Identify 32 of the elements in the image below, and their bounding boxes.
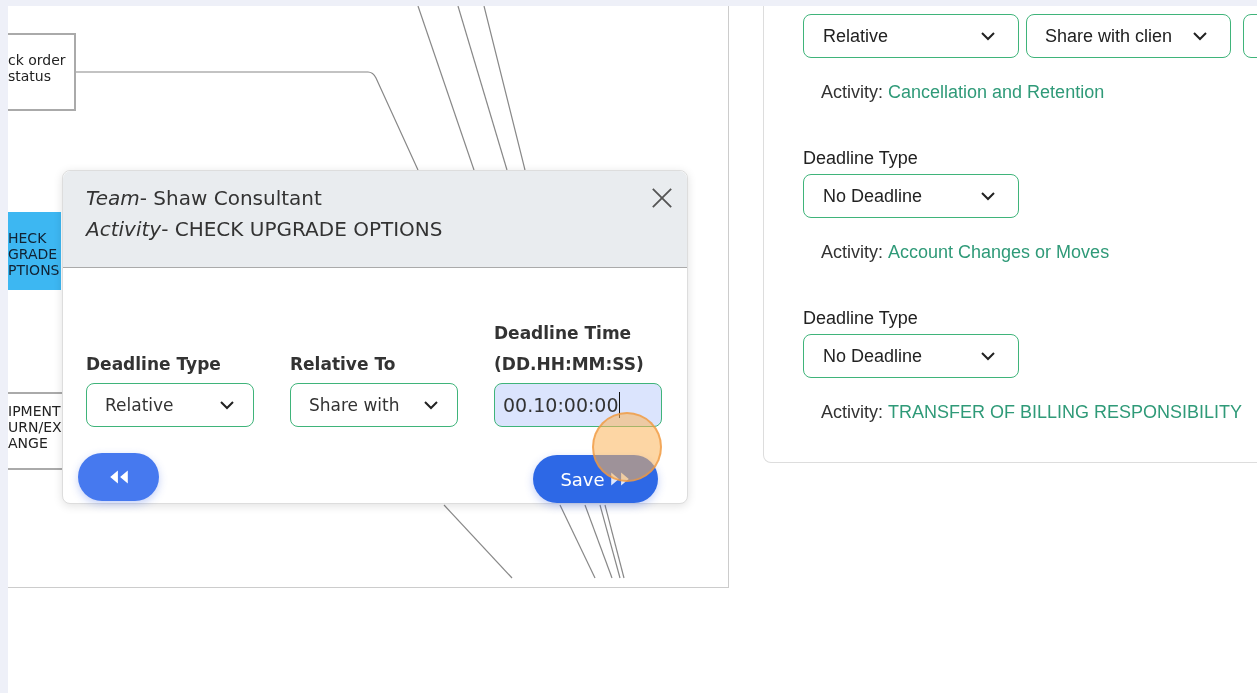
field-label: Deadline Type: [803, 307, 919, 330]
activity-label: Activity:: [821, 82, 883, 102]
back-button[interactable]: [78, 453, 159, 501]
chevron-down-icon: [980, 31, 996, 41]
dropdown[interactable]: Share with clien: [1026, 14, 1231, 58]
chevron-down-icon: [980, 351, 996, 361]
field-label: Deadline Type: [86, 353, 222, 376]
dropdown[interactable]: Share with: [290, 383, 458, 427]
field-label: Deadline Type: [803, 147, 919, 170]
diagram-node[interactable]: HECK GRADE PTIONS: [8, 212, 61, 290]
time-input-field[interactable]: 00.10:00:00: [494, 383, 662, 427]
dialog-title: Team- Shaw Consultant: [86, 185, 323, 212]
save-button[interactable]: Save: [533, 455, 658, 503]
field-label: Deadline Time (DD.HH:MM:SS): [494, 322, 645, 376]
field-label: Relative To: [290, 353, 397, 376]
diagram-node[interactable]: IPMENT URN/EX ANGE: [8, 392, 62, 470]
activity-label: Activity:: [821, 402, 883, 422]
diagram-node[interactable]: ck order status: [8, 33, 76, 111]
activity-link[interactable]: Cancellation and Retention: [888, 82, 1105, 102]
activity-label: Activity:: [821, 242, 883, 262]
dropdown[interactable]: No Deadline: [803, 334, 1019, 378]
dialog-title: Activity- CHECK UPGRADE OPTIONS: [86, 216, 443, 243]
dropdown[interactable]: Relative: [803, 14, 1019, 58]
dropdown[interactable]: Relative: [86, 383, 254, 427]
chevron-down-icon: [219, 400, 235, 410]
activity-link[interactable]: Account Changes or Moves: [888, 242, 1110, 262]
fast-forward-icon: [608, 471, 631, 487]
chevron-down-icon: [1192, 31, 1208, 41]
chevron-down-icon: [980, 191, 996, 201]
chevron-down-icon: [423, 400, 439, 410]
dropdown[interactable]: No Deadline: [803, 174, 1019, 218]
close-icon[interactable]: [651, 187, 673, 209]
